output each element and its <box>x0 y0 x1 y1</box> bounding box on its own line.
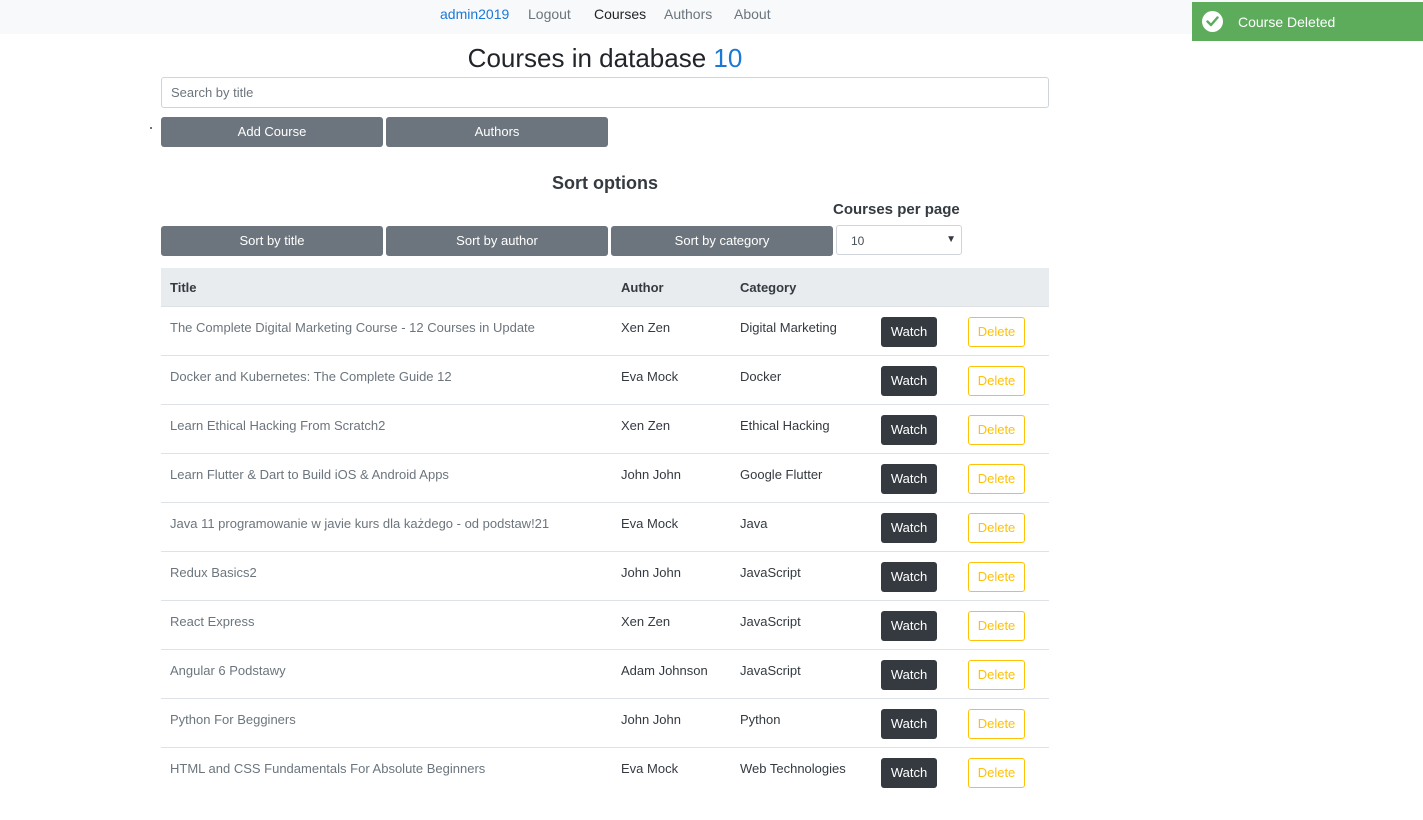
check-circle-icon <box>1202 11 1223 32</box>
per-page-value: 10 <box>851 234 865 248</box>
watch-button[interactable]: Watch <box>881 366 937 396</box>
course-category: Google Flutter <box>740 467 823 482</box>
page-title-text: Courses in database <box>467 43 707 73</box>
course-deleted-toast[interactable]: Course Deleted <box>1192 2 1423 41</box>
watch-button[interactable]: Watch <box>881 464 937 494</box>
course-title: Python For Begginers <box>170 712 296 727</box>
delete-button[interactable]: Delete <box>968 317 1025 347</box>
watch-button[interactable]: Watch <box>881 415 937 445</box>
sort-options-heading: Sort options <box>552 173 658 193</box>
nav-user-link[interactable]: admin2019 <box>440 6 509 22</box>
add-course-button[interactable]: Add Course <box>161 117 383 147</box>
course-category: Docker <box>740 369 782 384</box>
course-author: Xen Zen <box>621 320 671 335</box>
course-title: Redux Basics2 <box>170 565 257 580</box>
course-category: Web Technologies <box>740 761 846 776</box>
table-row: Redux Basics2 John John JavaScript Watch… <box>161 552 1049 601</box>
sort-by-title-button[interactable]: Sort by title <box>161 226 383 256</box>
nav-courses-link[interactable]: Courses <box>594 6 646 22</box>
course-title: Learn Flutter & Dart to Build iOS & Andr… <box>170 467 449 482</box>
delete-button[interactable]: Delete <box>968 758 1025 788</box>
delete-button[interactable]: Delete <box>968 562 1025 592</box>
course-category: Digital Marketing <box>740 320 837 335</box>
course-category: JavaScript <box>740 614 801 629</box>
stray-dot <box>150 127 152 129</box>
course-title: The Complete Digital Marketing Course - … <box>170 320 535 335</box>
course-title: React Express <box>170 614 255 629</box>
delete-button[interactable]: Delete <box>968 366 1025 396</box>
watch-button[interactable]: Watch <box>881 611 937 641</box>
column-header-title: Title <box>170 280 197 295</box>
table-header: Title Author Category <box>161 268 1049 307</box>
course-author: Xen Zen <box>621 614 671 629</box>
nav-authors-link[interactable]: Authors <box>664 6 712 22</box>
course-title: Docker and Kubernetes: The Complete Guid… <box>170 369 452 384</box>
course-author: Eva Mock <box>621 516 679 531</box>
delete-button[interactable]: Delete <box>968 660 1025 690</box>
course-category: Ethical Hacking <box>740 418 830 433</box>
nav-logout-link[interactable]: Logout <box>528 6 571 22</box>
course-title: Angular 6 Podstawy <box>170 663 286 678</box>
watch-button[interactable]: Watch <box>881 317 937 347</box>
toast-message: Course Deleted <box>1238 14 1336 30</box>
column-header-author: Author <box>621 280 664 295</box>
delete-button[interactable]: Delete <box>968 513 1025 543</box>
table-row: Java 11 programowanie w javie kurs dla k… <box>161 503 1049 552</box>
table-row: React Express Xen Zen JavaScript Watch D… <box>161 601 1049 650</box>
course-author: John John <box>621 712 681 727</box>
authors-button[interactable]: Authors <box>386 117 608 147</box>
course-author: John John <box>621 467 681 482</box>
course-author: Eva Mock <box>621 761 679 776</box>
table-row: HTML and CSS Fundamentals For Absolute B… <box>161 748 1049 797</box>
course-count: 10 <box>713 43 743 73</box>
delete-button[interactable]: Delete <box>968 709 1025 739</box>
course-category: Java <box>740 516 768 531</box>
course-title: Learn Ethical Hacking From Scratch2 <box>170 418 386 433</box>
course-author: Xen Zen <box>621 418 671 433</box>
table-row: Learn Flutter & Dart to Build iOS & Andr… <box>161 454 1049 503</box>
column-header-category: Category <box>740 280 797 295</box>
courses-per-page-select[interactable]: 10 ▼ <box>836 225 962 255</box>
watch-button[interactable]: Watch <box>881 562 937 592</box>
table-row: Python For Begginers John John Python Wa… <box>161 699 1049 748</box>
table-row: The Complete Digital Marketing Course - … <box>161 307 1049 356</box>
sort-by-author-button[interactable]: Sort by author <box>386 226 608 256</box>
table-row: Learn Ethical Hacking From Scratch2 Xen … <box>161 405 1049 454</box>
course-category: Python <box>740 712 781 727</box>
watch-button[interactable]: Watch <box>881 660 937 690</box>
chevron-down-icon: ▼ <box>946 234 956 245</box>
table-row: Angular 6 Podstawy Adam Johnson JavaScri… <box>161 650 1049 699</box>
course-category: JavaScript <box>740 663 801 678</box>
page-title: Courses in database 10 <box>161 42 1049 74</box>
course-title: HTML and CSS Fundamentals For Absolute B… <box>170 761 486 776</box>
watch-button[interactable]: Watch <box>881 513 937 543</box>
table-row: Docker and Kubernetes: The Complete Guid… <box>161 356 1049 405</box>
course-title: Java 11 programowanie w javie kurs dla k… <box>170 516 550 531</box>
search-input[interactable] <box>161 77 1049 108</box>
delete-button[interactable]: Delete <box>968 611 1025 641</box>
course-category: JavaScript <box>740 565 801 580</box>
watch-button[interactable]: Watch <box>881 758 937 788</box>
watch-button[interactable]: Watch <box>881 709 937 739</box>
delete-button[interactable]: Delete <box>968 415 1025 445</box>
sort-by-category-button[interactable]: Sort by category <box>611 226 833 256</box>
course-author: Eva Mock <box>621 369 679 384</box>
courses-per-page-label: Courses per page <box>833 201 960 218</box>
course-author: John John <box>621 565 681 580</box>
delete-button[interactable]: Delete <box>968 464 1025 494</box>
nav-about-link[interactable]: About <box>734 6 771 22</box>
course-author: Adam Johnson <box>621 663 708 678</box>
